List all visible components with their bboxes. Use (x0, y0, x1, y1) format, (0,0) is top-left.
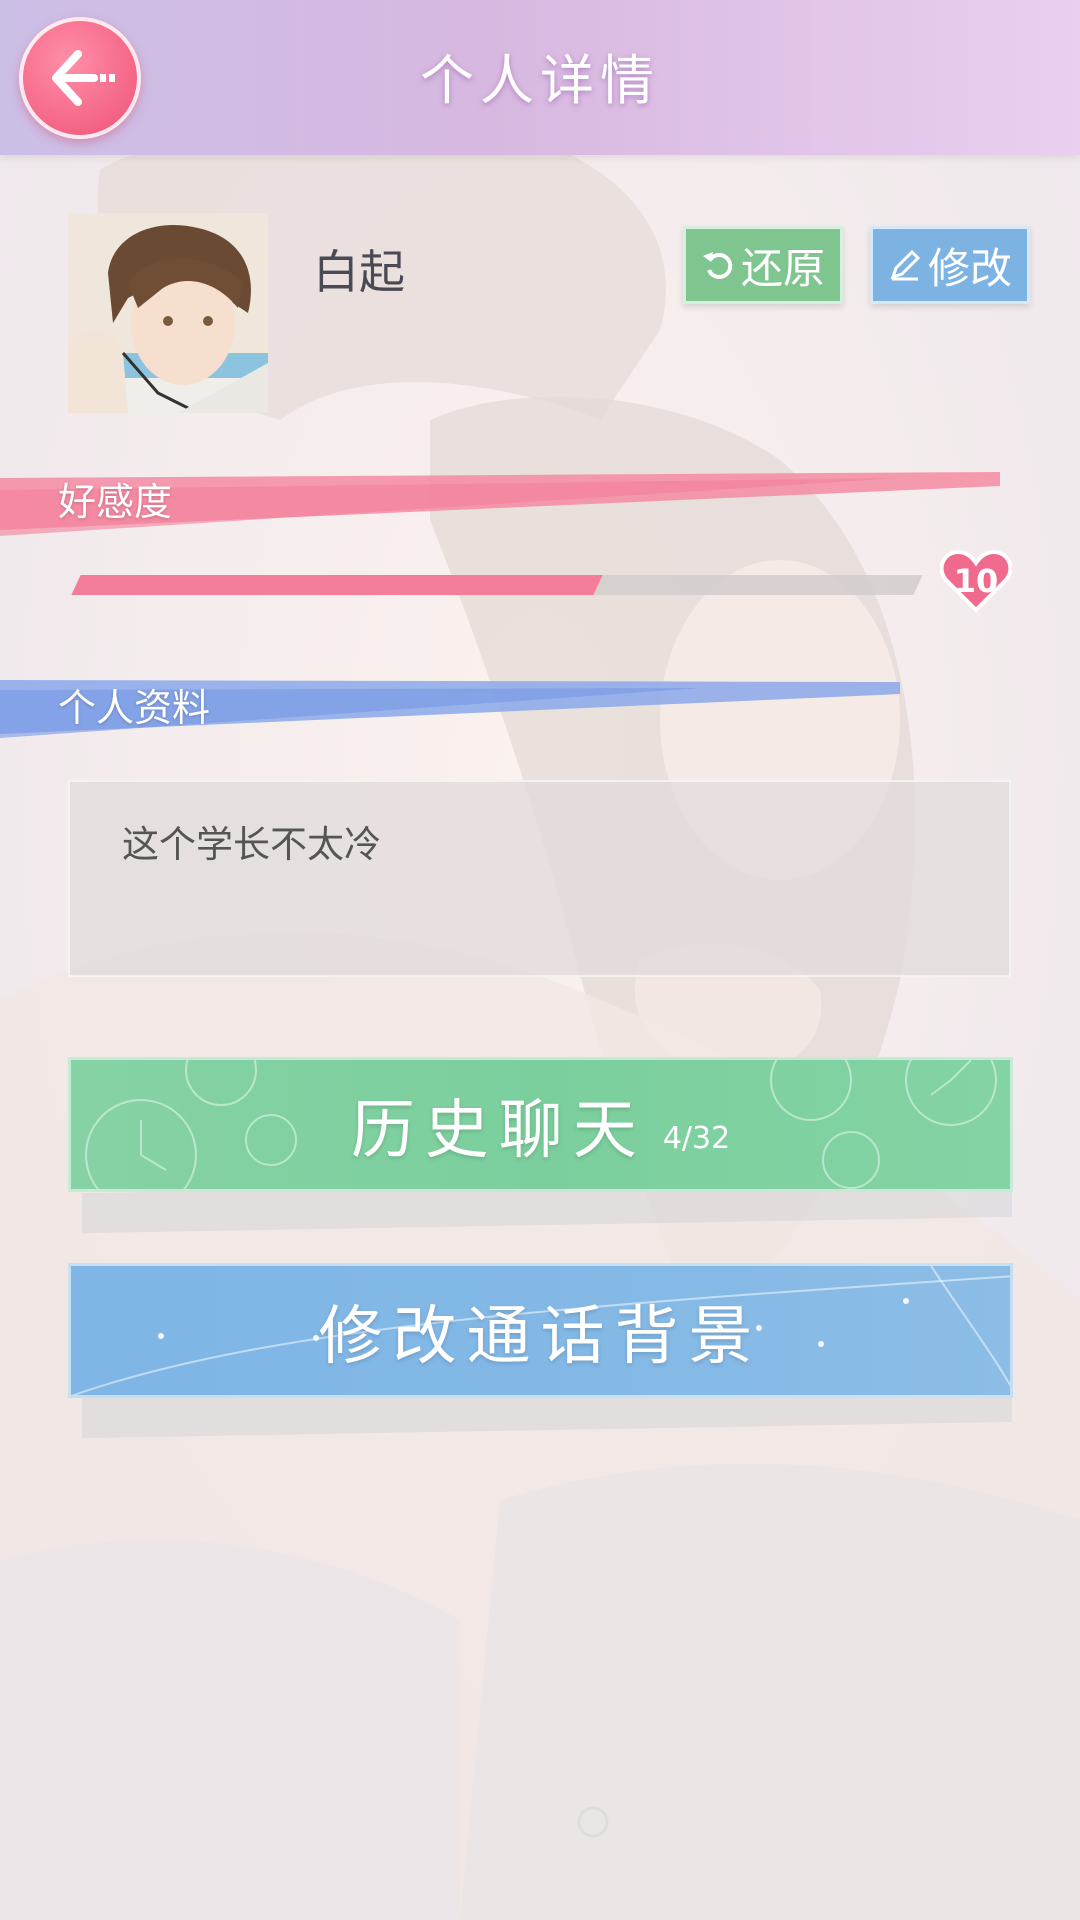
change-call-background-label: 修改通话背景 (318, 1299, 763, 1374)
avatar[interactable] (68, 213, 268, 413)
history-chat-count: 4/32 (662, 1121, 731, 1156)
affection-level: 10 (953, 562, 999, 600)
page-title: 个人详情 (420, 49, 660, 112)
restore-button[interactable]: 还原 (683, 226, 843, 304)
undo-icon (702, 252, 733, 279)
edit-label: 修改 (927, 243, 1012, 293)
portrait-image (68, 213, 268, 413)
affection-section-header: 好感度 (0, 470, 1000, 536)
history-chat-label: 历史聊天 (350, 1093, 647, 1168)
history-chat-button[interactable]: 历史聊天 4/32 (68, 1057, 1013, 1192)
pencil-icon (890, 249, 921, 281)
bio-box: 这个学长不太冷 (68, 780, 1011, 977)
info-section-header: 个人资料 (0, 676, 900, 738)
character-name: 白起 (313, 245, 405, 299)
header-bar: 个人详情 (0, 0, 1080, 155)
content: 白起 还原 修改 好感度 10 个人资料 这个学长不太冷 历史聊天 4/32 修… (0, 0, 1080, 1920)
bio-text: 这个学长不太冷 (122, 823, 381, 866)
affection-bar-fill (71, 575, 603, 595)
change-call-background-button[interactable]: 修改通话背景 (68, 1263, 1013, 1398)
affection-label: 好感度 (58, 479, 173, 524)
edit-button[interactable]: 修改 (870, 226, 1030, 304)
info-label: 个人资料 (58, 685, 211, 730)
affection-bar (71, 575, 923, 595)
restore-label: 还原 (740, 243, 825, 293)
